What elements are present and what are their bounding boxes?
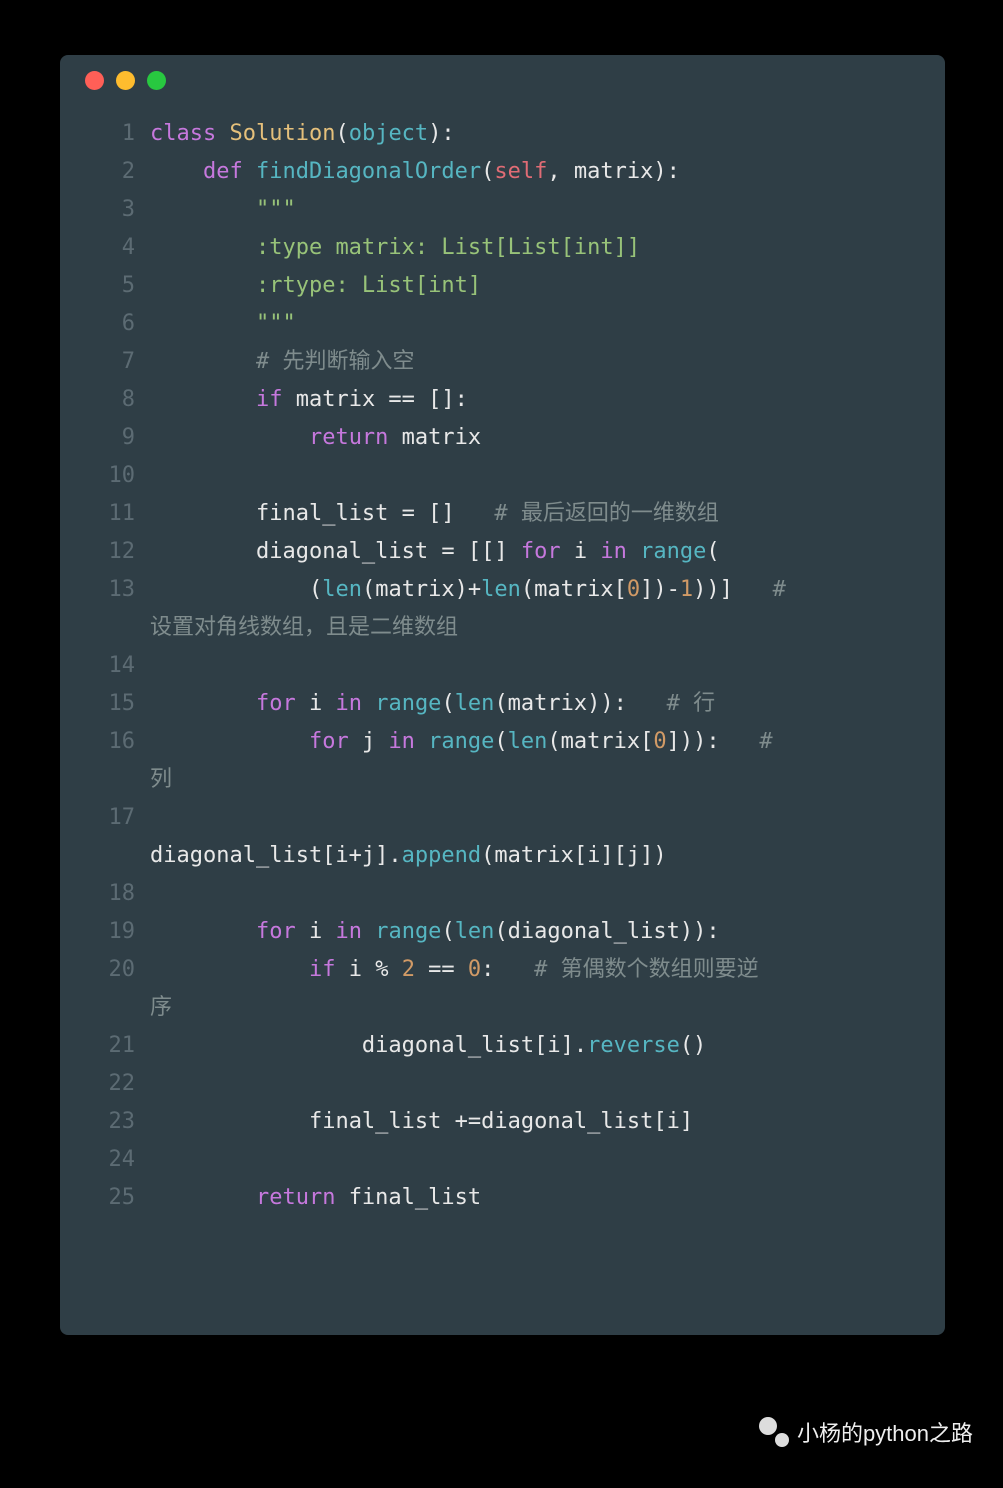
code-content[interactable]: for j in range(len(matrix[0])): # — [150, 723, 945, 761]
code-wrap-continuation[interactable]: 设置对角线数组，且是二维数组 — [60, 609, 945, 647]
code-content[interactable]: for i in range(len(matrix)): # 行 — [150, 685, 945, 723]
line-number: 16 — [60, 723, 150, 761]
code-content[interactable]: :type matrix: List[List[int]] — [150, 229, 945, 267]
code-line[interactable]: 13 (len(matrix)+len(matrix[0])-1))] # — [60, 571, 945, 609]
code-area[interactable]: 1class Solution(object):2 def findDiagon… — [60, 105, 945, 1217]
code-content[interactable]: """ — [150, 191, 945, 229]
code-line[interactable]: 19 for i in range(len(diagonal_list)): — [60, 913, 945, 951]
line-number: 2 — [60, 153, 150, 191]
code-line[interactable]: 6 """ — [60, 305, 945, 343]
code-content[interactable]: final_list = [] # 最后返回的一维数组 — [150, 495, 945, 533]
code-content[interactable]: if matrix == []: — [150, 381, 945, 419]
code-line[interactable]: 7 # 先判断输入空 — [60, 343, 945, 381]
code-content[interactable] — [150, 1065, 945, 1103]
code-line[interactable]: 11 final_list = [] # 最后返回的一维数组 — [60, 495, 945, 533]
line-number: 3 — [60, 191, 150, 229]
code-line[interactable]: 25 return final_list — [60, 1179, 945, 1217]
line-number: 11 — [60, 495, 150, 533]
code-wrap-continuation[interactable]: 列 — [60, 761, 945, 799]
code-content[interactable]: return final_list — [150, 1179, 945, 1217]
code-content[interactable]: final_list +=diagonal_list[i] — [150, 1103, 945, 1141]
line-number: 19 — [60, 913, 150, 951]
code-content[interactable]: diagonal_list[i].reverse() — [150, 1027, 945, 1065]
code-line[interactable]: 24 — [60, 1141, 945, 1179]
line-number: 9 — [60, 419, 150, 457]
code-line[interactable]: 9 return matrix — [60, 419, 945, 457]
code-content[interactable] — [150, 875, 945, 913]
window-titlebar — [60, 55, 945, 105]
code-content[interactable]: (len(matrix)+len(matrix[0])-1))] # — [150, 571, 945, 609]
code-content[interactable] — [150, 799, 945, 837]
code-content[interactable] — [150, 1141, 945, 1179]
code-line[interactable]: 2 def findDiagonalOrder(self, matrix): — [60, 153, 945, 191]
code-editor-window: 1class Solution(object):2 def findDiagon… — [60, 55, 945, 1335]
code-content[interactable]: class Solution(object): — [150, 115, 945, 153]
code-line[interactable]: 22 — [60, 1065, 945, 1103]
watermark-text: 小杨的python之路 — [797, 1416, 973, 1448]
code-content[interactable] — [150, 457, 945, 495]
code-line[interactable]: 14 — [60, 647, 945, 685]
line-number: 12 — [60, 533, 150, 571]
code-wrap-continuation[interactable]: diagonal_list[i+j].append(matrix[i][j]) — [60, 837, 945, 875]
code-line[interactable]: 20 if i % 2 == 0: # 第偶数个数组则要逆 — [60, 951, 945, 989]
code-line[interactable]: 12 diagonal_list = [[] for i in range( — [60, 533, 945, 571]
line-number: 20 — [60, 951, 150, 989]
code-line[interactable]: 21 diagonal_list[i].reverse() — [60, 1027, 945, 1065]
line-number: 10 — [60, 457, 150, 495]
line-number: 14 — [60, 647, 150, 685]
code-line[interactable]: 18 — [60, 875, 945, 913]
line-number: 7 — [60, 343, 150, 381]
line-number: 22 — [60, 1065, 150, 1103]
wechat-icon — [759, 1417, 789, 1447]
code-line[interactable]: 3 """ — [60, 191, 945, 229]
code-line[interactable]: 5 :rtype: List[int] — [60, 267, 945, 305]
code-line[interactable]: 10 — [60, 457, 945, 495]
code-line[interactable]: 23 final_list +=diagonal_list[i] — [60, 1103, 945, 1141]
minimize-dot-icon[interactable] — [116, 71, 135, 90]
line-number: 18 — [60, 875, 150, 913]
close-dot-icon[interactable] — [85, 71, 104, 90]
code-content[interactable]: return matrix — [150, 419, 945, 457]
line-number: 17 — [60, 799, 150, 837]
line-number: 15 — [60, 685, 150, 723]
code-content[interactable] — [150, 647, 945, 685]
line-number: 1 — [60, 115, 150, 153]
code-wrap-continuation[interactable]: 序 — [60, 989, 945, 1027]
code-content[interactable]: # 先判断输入空 — [150, 343, 945, 381]
line-number: 25 — [60, 1179, 150, 1217]
line-number: 21 — [60, 1027, 150, 1065]
code-content[interactable]: """ — [150, 305, 945, 343]
line-number: 13 — [60, 571, 150, 609]
code-content[interactable]: :rtype: List[int] — [150, 267, 945, 305]
line-number: 23 — [60, 1103, 150, 1141]
watermark: 小杨的python之路 — [759, 1416, 973, 1448]
maximize-dot-icon[interactable] — [147, 71, 166, 90]
line-number: 4 — [60, 229, 150, 267]
code-line[interactable]: 15 for i in range(len(matrix)): # 行 — [60, 685, 945, 723]
line-number: 24 — [60, 1141, 150, 1179]
line-number: 6 — [60, 305, 150, 343]
code-line[interactable]: 16 for j in range(len(matrix[0])): # — [60, 723, 945, 761]
line-number: 8 — [60, 381, 150, 419]
code-content[interactable]: diagonal_list = [[] for i in range( — [150, 533, 945, 571]
code-line[interactable]: 17 — [60, 799, 945, 837]
code-line[interactable]: 4 :type matrix: List[List[int]] — [60, 229, 945, 267]
code-content[interactable]: def findDiagonalOrder(self, matrix): — [150, 153, 945, 191]
code-content[interactable]: for i in range(len(diagonal_list)): — [150, 913, 945, 951]
line-number: 5 — [60, 267, 150, 305]
code-content[interactable]: if i % 2 == 0: # 第偶数个数组则要逆 — [150, 951, 945, 989]
code-line[interactable]: 8 if matrix == []: — [60, 381, 945, 419]
code-line[interactable]: 1class Solution(object): — [60, 115, 945, 153]
